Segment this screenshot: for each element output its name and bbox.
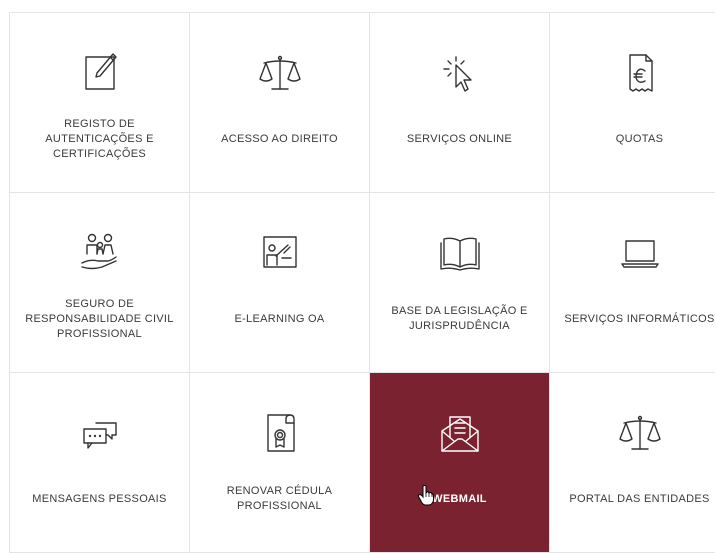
tile-servicos-online[interactable]: SERVIÇOS ONLINE [370, 13, 550, 193]
tile-quotas[interactable]: QUOTAS [550, 13, 715, 193]
tile-seguro-responsabilidade[interactable]: SEGURO DE RESPONSABILIDADE CIVIL PROFISS… [10, 193, 190, 373]
cursor-click-icon [430, 43, 490, 103]
tile-webmail[interactable]: WEBMAIL [370, 373, 550, 553]
tile-servicos-informaticos[interactable]: SERVIÇOS INFORMÁTICOS [550, 193, 715, 373]
laptop-icon [610, 223, 670, 283]
scales-icon [610, 403, 670, 463]
tile-acesso-direito[interactable]: ACESSO AO DIREITO [190, 13, 370, 193]
scales-icon [250, 43, 310, 103]
tile-label: REGISTO DE AUTENTICAÇÕES E CERTIFICAÇÕES [45, 117, 154, 160]
hand-cursor-icon [417, 485, 434, 506]
tile-label: WEBMAIL [432, 492, 487, 505]
tile-base-legislacao[interactable]: BASE DA LEGISLAÇÃO E JURISPRUDÊNCIA [370, 193, 550, 373]
tile-label: RENOVAR CÉDULA PROFISSIONAL [226, 485, 333, 512]
tile-label: SERVIÇOS INFORMÁTICOS [564, 312, 715, 325]
tile-renovar-cedula[interactable]: RENOVAR CÉDULA PROFISSIONAL [190, 373, 370, 553]
tile-label: SERVIÇOS ONLINE [406, 132, 513, 145]
tile-label: PORTAL DAS ENTIDADES [569, 492, 710, 505]
tile-label: SEGURO DE RESPONSABILIDADE CIVIL PROFISS… [25, 297, 174, 340]
certificate-scroll-icon [250, 403, 310, 463]
services-grid: REGISTO DE AUTENTICAÇÕES E CERTIFICAÇÕES… [9, 12, 715, 553]
chat-bubbles-icon [70, 403, 130, 463]
tile-mensagens-pessoais[interactable]: MENSAGENS PESSOAIS [10, 373, 190, 553]
edit-document-icon [70, 43, 130, 103]
tile-label: BASE DA LEGISLAÇÃO E JURISPRUDÊNCIA [391, 305, 528, 332]
tile-portal-entidades[interactable]: PORTAL DAS ENTIDADES [550, 373, 715, 553]
tile-label: ACESSO AO DIREITO [221, 132, 338, 145]
tile-label: MENSAGENS PESSOAIS [32, 492, 167, 505]
tile-label: E-LEARNING OA [234, 312, 325, 325]
tile-label: QUOTAS [615, 132, 664, 145]
open-book-icon [430, 223, 490, 283]
envelope-open-icon [430, 403, 490, 463]
euro-receipt-icon [610, 43, 670, 103]
tile-e-learning[interactable]: E-LEARNING OA [190, 193, 370, 373]
teacher-board-icon [250, 223, 310, 283]
tile-registo-autenticacoes[interactable]: REGISTO DE AUTENTICAÇÕES E CERTIFICAÇÕES [10, 13, 190, 193]
family-hand-icon [70, 223, 130, 283]
